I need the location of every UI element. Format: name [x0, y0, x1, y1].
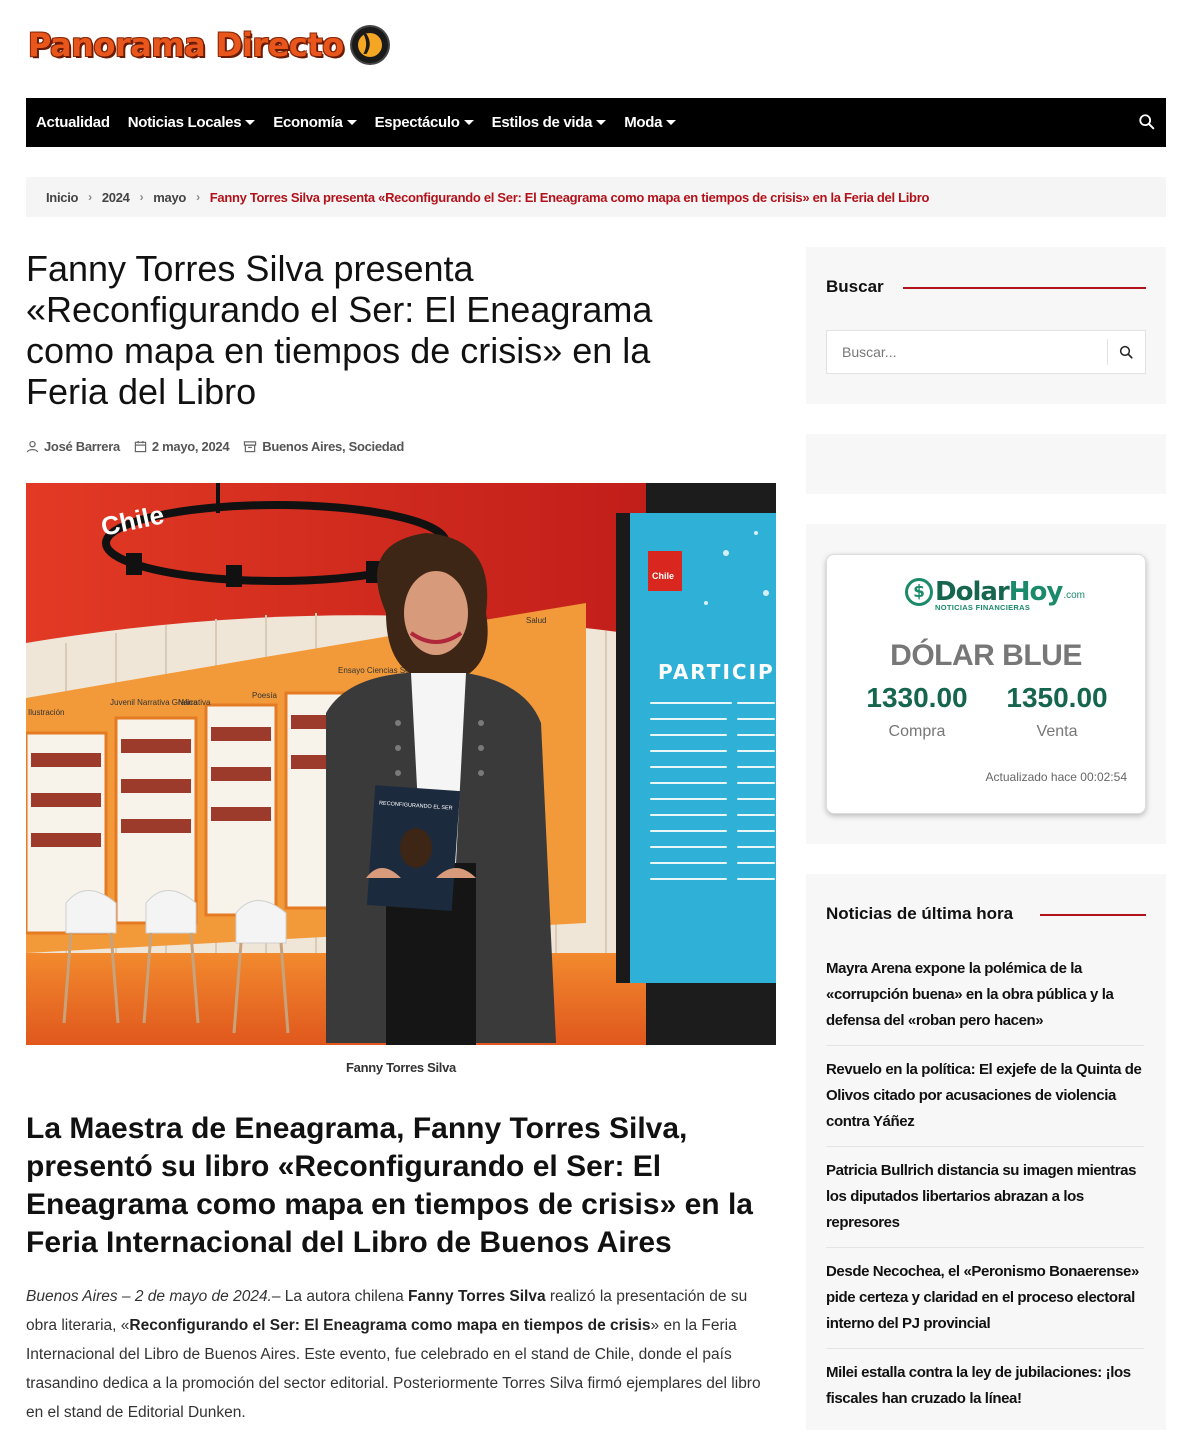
news-item[interactable]: Desde Necochea, el «Peronismo Bonaerense…: [826, 1259, 1144, 1349]
brand-subtitle: NOTICIAS FINANCIERAS: [935, 603, 1031, 612]
dolar-widget: $ DolarHoy .com NOTICIAS FINANCIERAS DÓL…: [806, 524, 1166, 844]
nav-item-estilos-de-vida[interactable]: Estilos de vida: [492, 114, 607, 131]
book-title-bold: Reconfigurando el Ser: El Eneagrama como…: [129, 1317, 651, 1334]
search-icon[interactable]: [1138, 113, 1156, 131]
widget-title: Noticias de última hora: [826, 904, 1014, 923]
caret-down-icon: [245, 120, 256, 125]
date-meta: 2 mayo, 2024: [134, 439, 230, 454]
site-logo[interactable]: Panorama Directo ): [28, 22, 388, 68]
photo-illustration: Ilustración Juvenil Narrativa Gráfica Na…: [26, 483, 776, 1045]
article-paragraph: Buenos Aires – 2 de mayo de 2024.– La au…: [26, 1282, 782, 1427]
widget-title: Buscar: [826, 277, 884, 296]
nav-item-moda[interactable]: Moda: [624, 114, 677, 131]
compra-value: 1330.00: [866, 682, 968, 713]
nav-item-espectaculo[interactable]: Espectáculo: [375, 114, 474, 131]
dateline: Buenos Aires – 2 de mayo de 2024.: [26, 1288, 272, 1305]
featured-image[interactable]: Ilustración Juvenil Narrativa Gráfica Na…: [26, 483, 776, 1045]
caret-down-icon: [666, 120, 677, 125]
breadcrumb-home[interactable]: Inicio: [46, 190, 78, 205]
author-bold: Fanny Torres Silva: [408, 1288, 546, 1305]
news-item[interactable]: Revuelo en la política: El exjefe de la …: [826, 1057, 1144, 1147]
categories: Buenos Aires, Sociedad: [262, 439, 405, 454]
photo-chile-badge: Chile: [652, 571, 674, 581]
nav-item-economia[interactable]: Economía: [273, 114, 357, 131]
calendar-icon: [134, 440, 147, 453]
author-meta[interactable]: José Barrera: [26, 439, 120, 454]
search-form: [826, 330, 1146, 374]
news-item[interactable]: Milei estalla contra la ley de jubilacio…: [826, 1360, 1144, 1423]
shelf-label: Narrativa: [178, 698, 211, 707]
shelf-label: Poesía: [252, 691, 277, 700]
search-widget: Buscar: [806, 247, 1166, 404]
article-meta: José Barrera 2 mayo, 2024 Buenos Aires, …: [26, 439, 418, 454]
compra-label: Compra: [888, 723, 946, 740]
shelf-label: Salud: [526, 616, 546, 625]
search-icon: [1119, 345, 1133, 359]
search-submit-button[interactable]: [1107, 339, 1145, 365]
publish-date: 2 mayo, 2024: [151, 439, 230, 454]
latest-news-widget: Noticias de última hora Mayra Arena expo…: [806, 874, 1166, 1430]
chevron-right-icon: ›: [88, 190, 92, 204]
chevron-right-icon: ›: [196, 190, 200, 204]
article-subheading: La Maestra de Eneagrama, Fanny Torres Si…: [26, 1112, 753, 1259]
caret-down-icon: [346, 120, 357, 125]
venta-label: Venta: [1036, 723, 1078, 740]
rss-icon[interactable]: ): [351, 27, 388, 63]
updated-time: Actualizado hace 00:02:54: [985, 770, 1127, 784]
venta-value: 1350.00: [1006, 682, 1108, 713]
breadcrumb-current: Fanny Torres Silva presenta «Reconfigura…: [209, 189, 930, 205]
breadcrumb-year[interactable]: 2024: [102, 190, 130, 205]
title-divider: [1040, 914, 1146, 916]
brand-com: .com: [1063, 590, 1085, 601]
shelf-label: Ilustración: [28, 708, 64, 717]
title-divider: [903, 287, 1146, 289]
image-caption: Fanny Torres Silva: [346, 1060, 456, 1075]
search-input[interactable]: [827, 331, 1107, 373]
caret-down-icon: [596, 120, 607, 125]
news-list: Mayra Arena expone la polémica de la «co…: [826, 956, 1144, 1434]
main-nav: Actualidad Noticias Locales Economía Esp…: [26, 98, 1166, 147]
nav-item-noticias-locales[interactable]: Noticias Locales: [128, 114, 256, 131]
dollar-coin-icon: $: [905, 578, 933, 606]
logo-text: Panorama Directo: [28, 26, 344, 64]
dolar-card[interactable]: $ DolarHoy .com NOTICIAS FINANCIERAS DÓL…: [826, 554, 1146, 814]
photo-particip-text: PARTICIP: [658, 660, 775, 684]
article-title: Fanny Torres Silva presenta «Reconfigura…: [26, 248, 653, 412]
caret-down-icon: [463, 120, 474, 125]
empty-widget: [806, 434, 1166, 494]
archive-icon: [244, 441, 257, 453]
dolar-blue-title: DÓLAR BLUE: [890, 639, 1082, 672]
category-meta[interactable]: Buenos Aires, Sociedad: [243, 439, 404, 454]
user-icon: [26, 440, 39, 453]
breadcrumb-month[interactable]: mayo: [153, 190, 186, 205]
news-item[interactable]: Mayra Arena expone la polémica de la «co…: [826, 956, 1144, 1046]
chevron-right-icon: ›: [139, 190, 144, 204]
paragraph-text: – La autora chilena: [271, 1288, 409, 1305]
news-item[interactable]: Patricia Bullrich distancia su imagen mi…: [826, 1158, 1144, 1248]
breadcrumb: Inicio › 2024 › mayo › Fanny Torres Silv…: [26, 177, 1166, 217]
nav-item-actualidad[interactable]: Actualidad: [36, 114, 110, 131]
author-name: José Barrera: [44, 439, 120, 454]
